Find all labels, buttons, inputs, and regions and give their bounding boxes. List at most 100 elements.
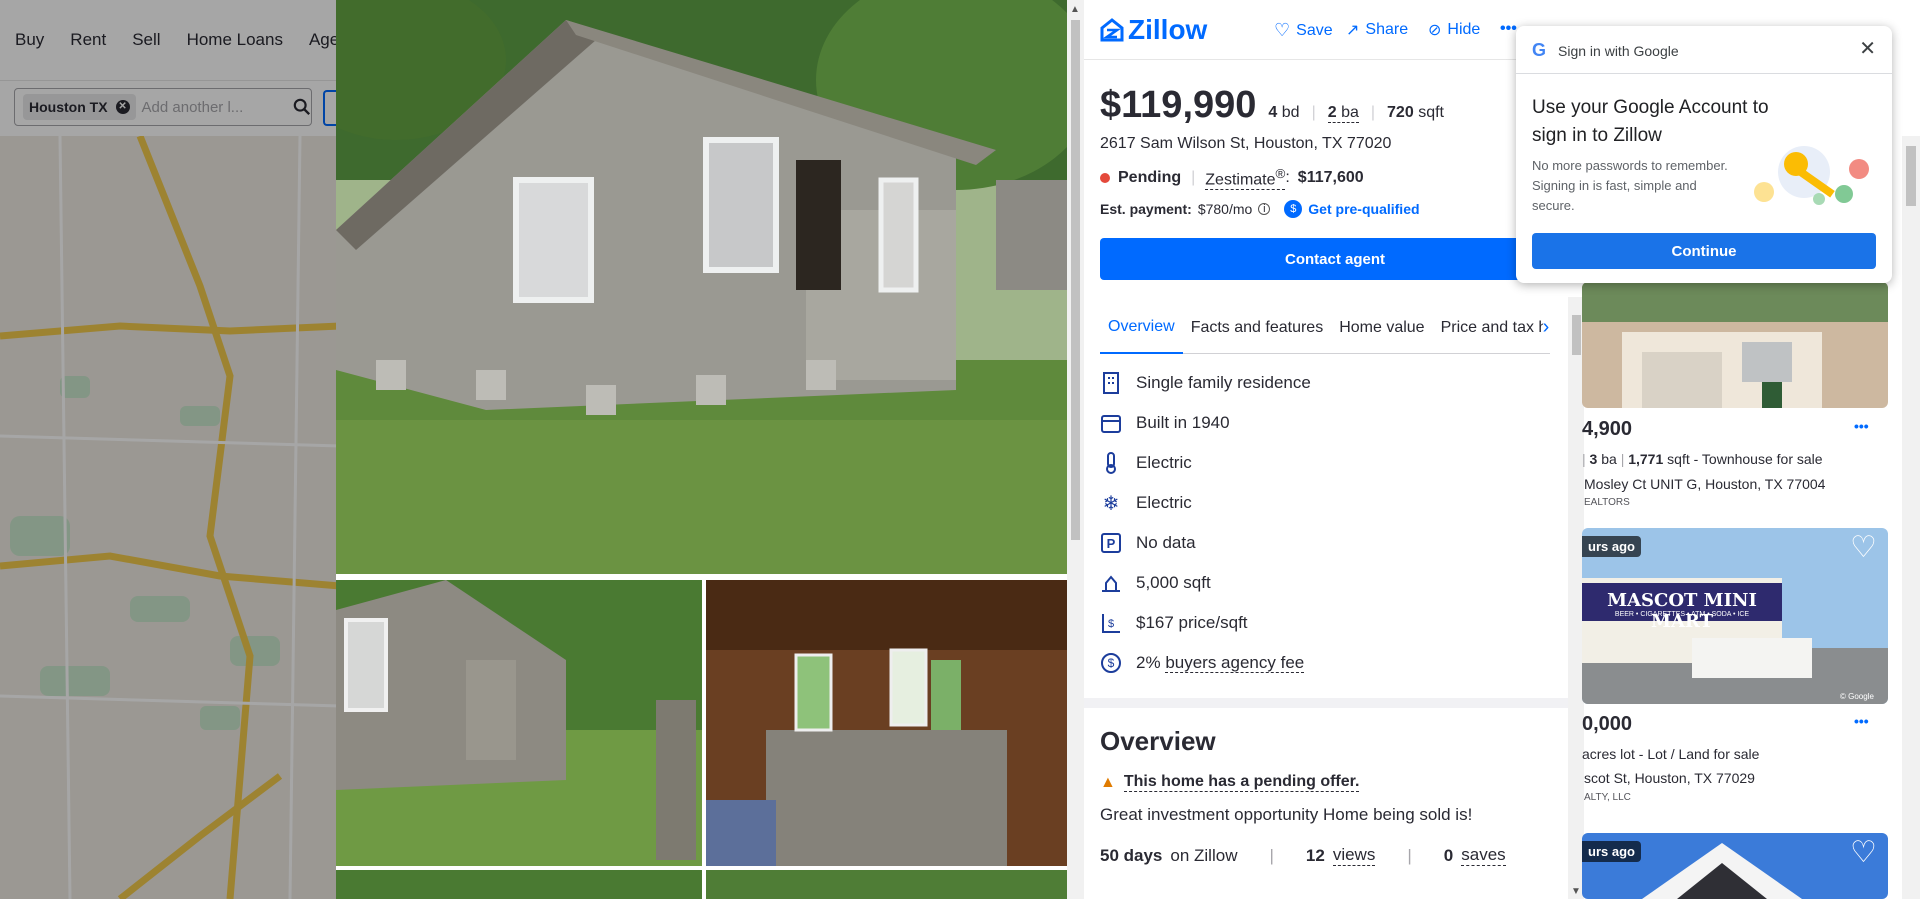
close-icon[interactable]: ✕ <box>1859 36 1876 61</box>
snowflake-icon: ❄ <box>1102 492 1120 515</box>
listing-address[interactable]: scot St, Houston, TX 77029 <box>1584 770 1755 786</box>
zestimate-value: $117,600 <box>1297 169 1364 187</box>
section-divider <box>1084 698 1568 708</box>
listing-photo[interactable] <box>1582 282 1888 408</box>
feature-text: Single family residence <box>1136 373 1311 392</box>
pending-dot-icon <box>1100 173 1110 184</box>
listing-stats: 50 days on Zillow | 12 views | 0 saves <box>1100 845 1506 866</box>
favorite-heart-icon[interactable]: ♡ <box>1850 530 1877 565</box>
google-watermark: © Google <box>1840 692 1874 701</box>
zestimate-link[interactable]: Zestimate® <box>1205 166 1286 191</box>
save-button[interactable]: ♡ Save <box>1274 20 1333 41</box>
photo-4[interactable] <box>336 870 702 899</box>
photo-5[interactable] <box>706 870 1067 899</box>
sqft-label: sqft <box>1418 104 1444 121</box>
google-body: No more passwords to remember. Signing i… <box>1532 158 1728 213</box>
views-count: 12 <box>1305 845 1325 865</box>
google-popup-header: G Sign in with Google <box>1532 40 1679 61</box>
listing-broker: EALTORS <box>1584 497 1630 508</box>
listing-more-icon[interactable]: ••• <box>1854 418 1869 434</box>
sqft-num: 720 <box>1387 104 1414 121</box>
more-button[interactable]: ••• <box>1500 20 1517 38</box>
feature-text: 2% buyers agency fee <box>1136 653 1305 673</box>
feature-text: Electric <box>1136 453 1192 472</box>
payment-row: Est. payment: $780/mo i $ Get pre-qualif… <box>1100 200 1420 218</box>
share-button[interactable]: ↗ Share <box>1346 20 1408 40</box>
days-label: on Zillow <box>1170 845 1238 865</box>
beds: 4 bd <box>1268 104 1299 122</box>
details-tabs: Overview Facts and features Home value P… <box>1100 302 1550 354</box>
divider: | <box>1582 451 1586 467</box>
favorite-heart-icon[interactable]: ♡ <box>1850 835 1877 870</box>
address: 2617 Sam Wilson St, Houston, TX 77020 <box>1100 135 1392 152</box>
prequal-link[interactable]: Get pre-qualified <box>1308 201 1419 217</box>
listing-type: - Townhouse for sale <box>1693 451 1823 467</box>
listing-sqft-num: 1,771 <box>1628 451 1664 467</box>
dollar-circle-icon: $ <box>1100 652 1122 674</box>
sqft: 720 sqft <box>1387 104 1444 122</box>
listing-more-icon[interactable]: ••• <box>1854 713 1869 729</box>
feature-heating: Electric <box>1100 452 1192 474</box>
pending-notice: ▲ This home has a pending offer. <box>1100 773 1360 792</box>
tab-facts[interactable]: Facts and features <box>1183 302 1332 354</box>
feature-cooling: ❄ Electric <box>1100 492 1192 515</box>
price-sqft-icon: $ <box>1100 612 1122 634</box>
divider: | <box>1620 451 1625 467</box>
listing-broker: ALTY, LLC <box>1584 792 1631 803</box>
zillow-logo[interactable]: Zillow <box>1100 14 1207 46</box>
divider: | <box>1269 845 1274 865</box>
listing-bath-num: 3 <box>1589 451 1598 467</box>
details-header: Zillow ♡ Save ↗ Share ⊘ Hide ••• <box>1084 0 1584 60</box>
feature-text: $167 price/sqft <box>1136 613 1248 632</box>
feature-type: Single family residence <box>1100 372 1311 394</box>
parking-icon: P <box>1100 532 1122 554</box>
more-icon: ••• <box>1500 20 1517 37</box>
feature-lot: 5,000 sqft <box>1100 572 1211 594</box>
tab-price-tax[interactable]: Price and tax h <box>1433 302 1543 354</box>
popup-divider <box>1516 73 1892 74</box>
est-payment-label: Est. payment: <box>1100 201 1192 217</box>
main-photo[interactable] <box>336 0 1067 574</box>
views-label[interactable]: views <box>1332 845 1376 866</box>
photo-3[interactable] <box>706 580 1067 866</box>
divider: | <box>1191 169 1196 187</box>
overview-title: Overview <box>1100 726 1216 756</box>
divider: | <box>1311 104 1316 121</box>
days-on-zillow: 50 days <box>1100 845 1163 865</box>
listing-address[interactable]: Mosley Ct UNIT G, Houston, TX 77004 <box>1584 476 1825 492</box>
beds-num: 4 <box>1268 104 1278 121</box>
key-illustration-icon <box>1744 134 1874 214</box>
listing-facts: | 3 ba | 1,771 sqft - Townhouse for sale <box>1582 451 1823 467</box>
baths[interactable]: 2 ba <box>1327 104 1359 123</box>
divider: | <box>1370 104 1376 121</box>
buyers-agency-fee-link[interactable]: buyers agency fee <box>1165 653 1305 673</box>
fee-percent: 2% <box>1136 653 1161 672</box>
building-icon <box>1100 372 1122 394</box>
zestimate-mark: ® <box>1275 166 1286 181</box>
photo-2[interactable] <box>336 580 702 866</box>
hide-button[interactable]: ⊘ Hide <box>1428 20 1480 40</box>
listings-scrollbar[interactable] <box>1902 136 1920 899</box>
feature-text: Built in 1940 <box>1136 413 1230 432</box>
info-icon[interactable]: i <box>1258 203 1271 215</box>
contact-agent-button[interactable]: Contact agent <box>1100 238 1570 280</box>
calendar-icon <box>1100 412 1122 434</box>
google-continue-button[interactable]: Continue <box>1532 233 1876 269</box>
tab-overview[interactable]: Overview <box>1100 302 1183 354</box>
zillow-logo-text: Zillow <box>1128 14 1208 45</box>
dollar-badge-icon: $ <box>1284 200 1303 218</box>
saves-label[interactable]: saves <box>1461 845 1506 866</box>
share-icon: ↗ <box>1346 22 1360 39</box>
warning-icon: ▲ <box>1100 773 1116 791</box>
heart-icon: ♡ <box>1274 20 1291 40</box>
tab-home-value[interactable]: Home value <box>1331 302 1432 354</box>
feature-built: Built in 1940 <box>1100 412 1230 434</box>
price-row: $119,990 4 bd | 2 ba | 720 sqft <box>1100 84 1444 127</box>
pending-notice-text[interactable]: This home has a pending offer. <box>1123 773 1360 792</box>
chevron-right-icon[interactable]: › <box>1543 316 1550 339</box>
divider: | <box>1407 845 1412 865</box>
feature-agency-fee: $ 2% buyers agency fee <box>1100 652 1305 674</box>
hide-icon: ⊘ <box>1428 22 1442 39</box>
photo-gallery <box>336 0 1067 899</box>
gallery-scrollbar[interactable]: ▲ <box>1067 0 1084 899</box>
